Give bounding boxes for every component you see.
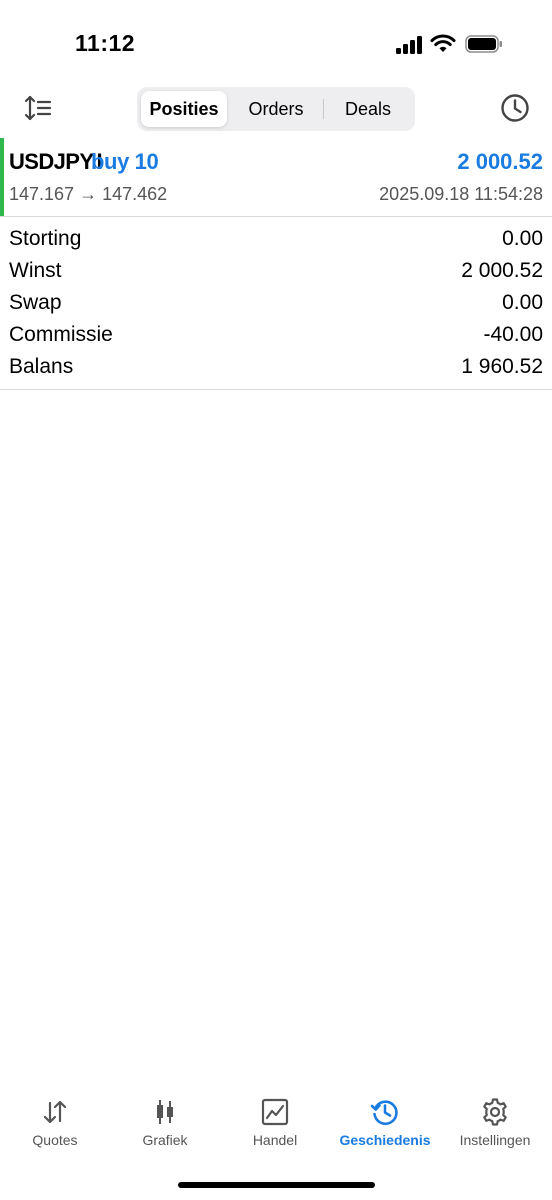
candlestick-icon xyxy=(157,1100,173,1124)
summary-label: Swap xyxy=(9,291,62,314)
summary-value: 2 000.52 xyxy=(461,259,543,282)
position-prices: 147.167 → 147.462 xyxy=(9,184,168,204)
tab-label: Instellingen xyxy=(459,1132,531,1148)
segmented-control: Posities Orders Deals xyxy=(137,87,415,131)
tab-label: Quotes xyxy=(32,1132,78,1148)
summary-row-commissie: Commissie -40.00 xyxy=(0,320,552,352)
tab-instellingen[interactable]: Instellingen xyxy=(440,1090,550,1160)
tab-deals[interactable]: Deals xyxy=(325,91,411,127)
tab-label: Handel xyxy=(252,1132,298,1148)
position-side: buy 10 xyxy=(91,149,159,174)
position-row[interactable]: USDJPY.I buy 10 2 000.52 147.167 → 147.4… xyxy=(0,138,552,216)
summary-list: Storting 0.00 Winst 2 000.52 Swap 0.00 C… xyxy=(0,224,552,384)
summary-row-swap: Swap 0.00 xyxy=(0,288,552,320)
position-profit: 2 000.52 xyxy=(457,149,543,174)
position-datetime: 2025.09.18 11:54:28 xyxy=(379,184,543,204)
tab-label: Geschiedenis xyxy=(339,1132,431,1148)
summary-label: Commissie xyxy=(9,323,113,346)
tab-quotes[interactable]: Quotes xyxy=(0,1090,110,1160)
settings-gear-icon xyxy=(483,1098,507,1126)
cellular-signal-icon xyxy=(396,36,424,54)
summary-value: -40.00 xyxy=(483,323,543,346)
status-time: 11:12 xyxy=(75,30,136,56)
tab-grafiek[interactable]: Grafiek xyxy=(110,1090,220,1160)
sort-icon[interactable] xyxy=(22,92,54,124)
status-bar: 11:12 xyxy=(0,0,552,80)
summary-value: 0.00 xyxy=(502,291,543,314)
tab-orders[interactable]: Orders xyxy=(229,91,323,127)
segment-divider xyxy=(323,99,324,119)
trade-chart-icon xyxy=(261,1098,289,1126)
buy-indicator-bar xyxy=(0,138,4,216)
bottom-tab-bar: Quotes Grafiek Handel Geschiedenis Inste… xyxy=(0,1090,552,1160)
battery-icon xyxy=(465,35,502,53)
divider xyxy=(0,216,552,217)
summary-label: Winst xyxy=(9,259,62,282)
position-symbol: USDJPY.I xyxy=(9,149,103,174)
summary-label: Balans xyxy=(9,355,74,378)
tab-label: Grafiek xyxy=(142,1132,188,1148)
quotes-arrows-icon xyxy=(43,1100,67,1124)
summary-value: 0.00 xyxy=(502,227,543,250)
tab-handel[interactable]: Handel xyxy=(220,1090,330,1160)
summary-label: Storting xyxy=(9,227,82,250)
tab-posities[interactable]: Posities xyxy=(141,91,227,127)
tab-geschiedenis[interactable]: Geschiedenis xyxy=(330,1090,440,1160)
home-indicator xyxy=(178,1182,375,1188)
wifi-icon xyxy=(430,34,456,52)
divider xyxy=(0,389,552,390)
summary-row-winst: Winst 2 000.52 xyxy=(0,256,552,288)
summary-value: 1 960.52 xyxy=(461,355,543,378)
summary-row-balans: Balans 1 960.52 xyxy=(0,352,552,384)
summary-row-storting: Storting 0.00 xyxy=(0,224,552,256)
history-icon xyxy=(370,1100,398,1126)
clock-icon[interactable] xyxy=(499,92,531,124)
toolbar: Posities Orders Deals xyxy=(0,84,552,134)
